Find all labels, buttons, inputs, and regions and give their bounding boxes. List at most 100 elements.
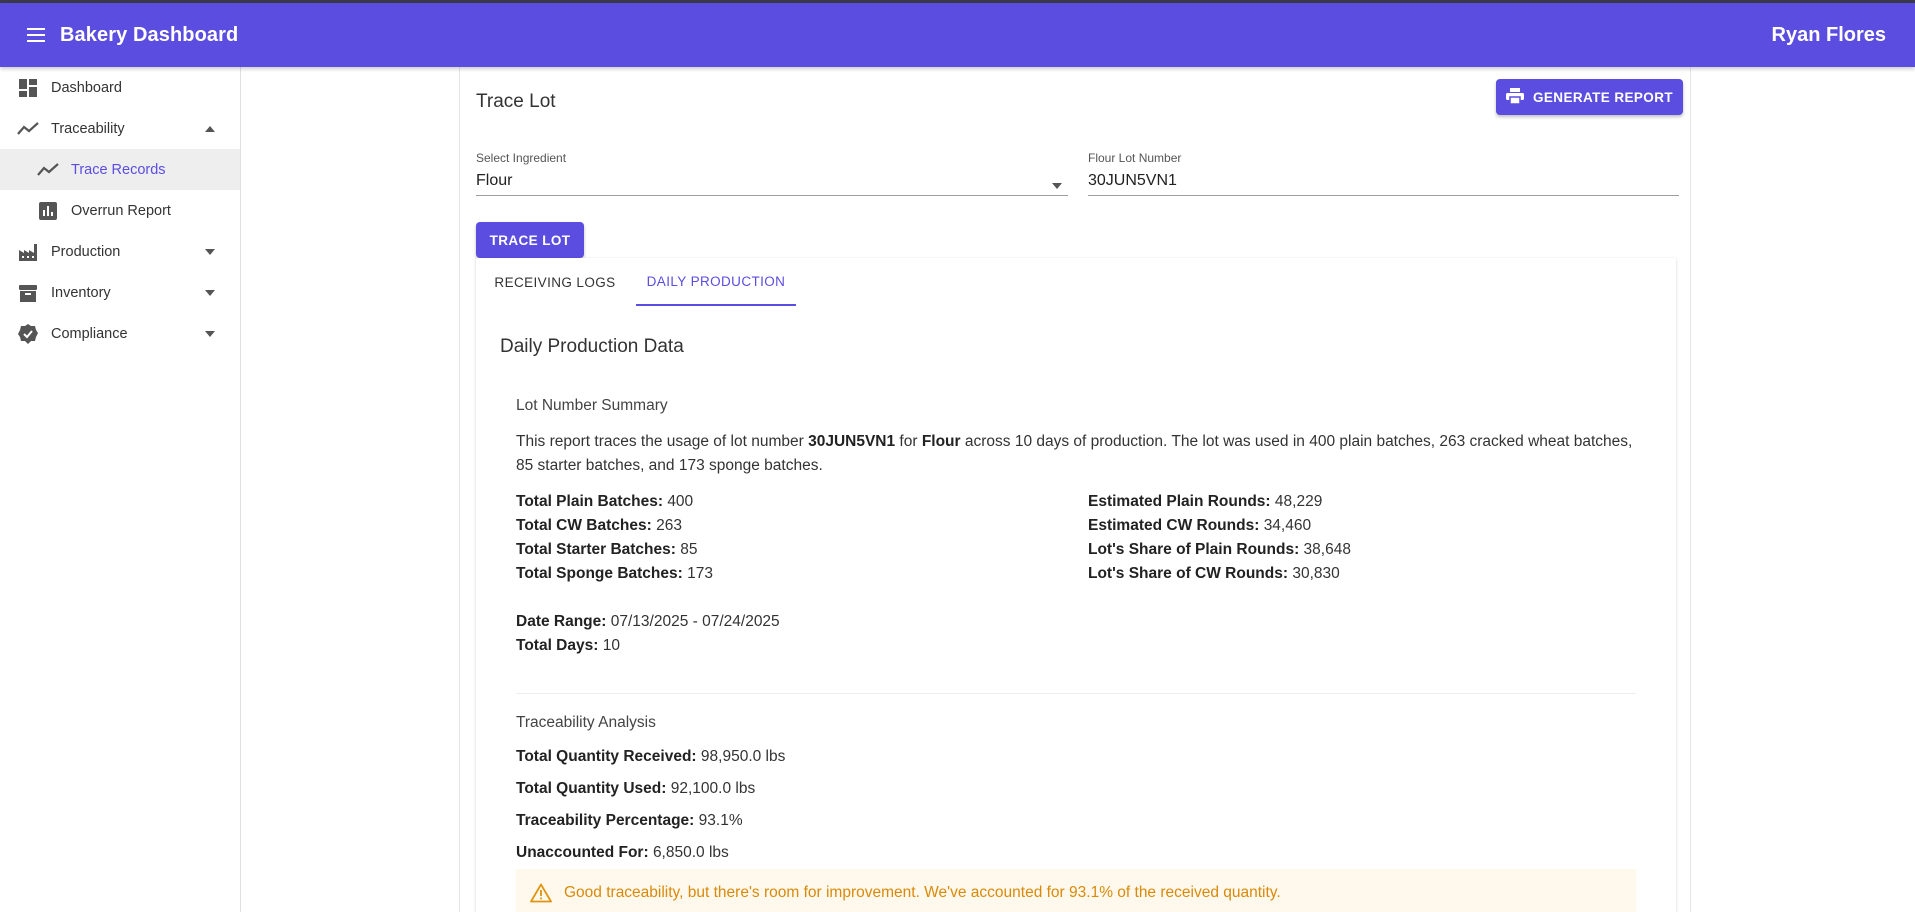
- stat-label: Total Quantity Used:: [516, 780, 667, 797]
- sidebar-item-trace-records[interactable]: Trace Records: [0, 149, 240, 190]
- alert-text: Good traceability, but there's room for …: [564, 884, 1281, 901]
- stat-label: Total Sponge Batches:: [516, 565, 683, 582]
- generate-report-button[interactable]: GENERATE REPORT: [1496, 79, 1683, 115]
- stat-lot-share-cw-rounds: Lot's Share of CW Rounds: 30,830: [1088, 562, 1340, 586]
- tab-daily-production[interactable]: DAILY PRODUCTION: [636, 258, 796, 306]
- sidebar-item-overrun-report[interactable]: Overrun Report: [0, 190, 240, 231]
- stat-label: Total Quantity Received:: [516, 748, 697, 765]
- stat-total-quantity-received: Total Quantity Received: 98,950.0 lbs: [516, 745, 785, 769]
- sidebar-item-dashboard[interactable]: Dashboard: [0, 67, 240, 108]
- stat-label: Total Plain Batches:: [516, 493, 663, 510]
- stat-label: Unaccounted For:: [516, 844, 649, 861]
- stat-value: 48,229: [1274, 493, 1323, 510]
- ingredient-select-value: Flour: [476, 171, 1068, 196]
- results-panel: RECEIVING LOGS DAILY PRODUCTION Daily Pr…: [476, 258, 1676, 912]
- stat-value: 6,850.0 lbs: [652, 844, 729, 861]
- sidebar-item-label: Overrun Report: [71, 202, 171, 219]
- stat-label: Lot's Share of CW Rounds:: [1088, 565, 1289, 582]
- sidebar-item-label: Trace Records: [71, 161, 166, 178]
- stat-total-sponge-batches: Total Sponge Batches: 173: [516, 562, 713, 586]
- stat-value: 34,460: [1263, 517, 1312, 534]
- summary-ingredient: Flour: [921, 433, 961, 450]
- stat-estimated-cw-rounds: Estimated CW Rounds: 34,460: [1088, 514, 1311, 538]
- timeline-icon: [37, 159, 59, 181]
- traceability-alert: Good traceability, but there's room for …: [516, 869, 1636, 912]
- ingredient-value-text: Flour: [476, 172, 513, 189]
- stat-estimated-plain-rounds: Estimated Plain Rounds: 48,229: [1088, 490, 1322, 514]
- chevron-down-icon: [204, 287, 216, 299]
- stat-label: Lot's Share of Plain Rounds:: [1088, 541, 1300, 558]
- sidebar-item-traceability[interactable]: Traceability: [0, 108, 240, 149]
- chevron-up-icon: [204, 123, 216, 135]
- summary-title: Lot Number Summary: [516, 397, 668, 414]
- arrow-drop-down-icon: [1052, 175, 1062, 195]
- section-title: Daily Production Data: [500, 336, 684, 357]
- warning-icon: [530, 882, 552, 904]
- stat-total-days: Total Days: 10: [516, 634, 620, 658]
- stat-value: 92,100.0 lbs: [670, 780, 756, 797]
- stat-label: Estimated Plain Rounds:: [1088, 493, 1271, 510]
- verified-icon: [17, 323, 39, 345]
- stat-total-quantity-used: Total Quantity Used: 92,100.0 lbs: [516, 777, 755, 801]
- bar-chart-icon: [37, 200, 59, 222]
- lot-number-input[interactable]: 30JUN5VN1: [1088, 171, 1679, 196]
- section-divider: [516, 693, 1636, 694]
- stat-label: Estimated CW Rounds:: [1088, 517, 1260, 534]
- print-icon: [1505, 87, 1524, 107]
- analysis-title: Traceability Analysis: [516, 714, 656, 731]
- trace-lot-button[interactable]: TRACE LOT: [476, 222, 584, 258]
- stat-label: Total Starter Batches:: [516, 541, 676, 558]
- app-bar: Bakery Dashboard Ryan Flores: [0, 3, 1915, 67]
- sidebar-item-label: Traceability: [51, 120, 125, 137]
- stat-value: 85: [680, 541, 698, 558]
- sidebar-item-label: Production: [51, 243, 121, 260]
- stat-value: 30,830: [1292, 565, 1340, 582]
- menu-icon[interactable]: [24, 23, 48, 47]
- trace-lot-card: Trace Lot GENERATE REPORT Select Ingredi…: [459, 67, 1691, 912]
- generate-report-label: GENERATE REPORT: [1532, 89, 1673, 105]
- stat-total-plain-batches: Total Plain Batches: 400: [516, 490, 693, 514]
- chevron-down-icon: [204, 246, 216, 258]
- stat-label: Total CW Batches:: [516, 517, 652, 534]
- lot-number-label: Flour Lot Number: [1088, 151, 1182, 165]
- stat-total-cw-batches: Total CW Batches: 263: [516, 514, 682, 538]
- sidebar-item-compliance[interactable]: Compliance: [0, 313, 240, 354]
- summary-text: for: [895, 433, 922, 450]
- sidebar: Dashboard Traceability Trace Records Ove…: [0, 67, 241, 912]
- stat-date-range: Date Range: 07/13/2025 - 07/24/2025: [516, 610, 780, 634]
- user-name[interactable]: Ryan Flores: [1772, 24, 1886, 47]
- summary-lot: 30JUN5VN1: [808, 433, 896, 450]
- app-title: Bakery Dashboard: [60, 23, 239, 46]
- stat-traceability-percentage: Traceability Percentage: 93.1%: [516, 809, 743, 833]
- stat-label: Date Range:: [516, 613, 607, 630]
- summary-text: This report traces the usage of lot numb…: [516, 433, 809, 450]
- stat-value: 98,950.0 lbs: [700, 748, 786, 765]
- sidebar-item-label: Dashboard: [51, 79, 122, 96]
- dashboard-icon: [17, 77, 39, 99]
- chevron-down-icon: [204, 328, 216, 340]
- sidebar-item-label: Compliance: [51, 325, 128, 342]
- results-tabs: RECEIVING LOGS DAILY PRODUCTION: [476, 258, 1676, 306]
- stat-total-starter-batches: Total Starter Batches: 85: [516, 538, 697, 562]
- sidebar-item-label: Inventory: [51, 284, 111, 301]
- ingredient-select-label: Select Ingredient: [476, 151, 567, 165]
- sidebar-item-production[interactable]: Production: [0, 231, 240, 272]
- stat-value: 10: [602, 637, 620, 654]
- summary-paragraph: This report traces the usage of lot numb…: [516, 430, 1636, 478]
- stat-value: 263: [656, 517, 682, 534]
- sidebar-item-inventory[interactable]: Inventory: [0, 272, 240, 313]
- stat-unaccounted-for: Unaccounted For: 6,850.0 lbs: [516, 841, 729, 865]
- factory-icon: [17, 241, 39, 263]
- stat-lot-share-plain-rounds: Lot's Share of Plain Rounds: 38,648: [1088, 538, 1351, 562]
- stat-value: 173: [687, 565, 713, 582]
- lot-number-field[interactable]: Flour Lot Number 30JUN5VN1: [1088, 151, 1679, 196]
- timeline-icon: [17, 118, 39, 140]
- stat-value: 07/13/2025 - 07/24/2025: [610, 613, 780, 630]
- stat-label: Traceability Percentage:: [516, 812, 695, 829]
- stat-label: Total Days:: [516, 637, 599, 654]
- ingredient-select[interactable]: Select Ingredient Flour: [476, 151, 1068, 196]
- tab-receiving-logs[interactable]: RECEIVING LOGS: [476, 258, 634, 306]
- stat-value: 400: [667, 493, 694, 510]
- stat-value: 93.1%: [698, 812, 743, 829]
- archive-icon: [17, 282, 39, 304]
